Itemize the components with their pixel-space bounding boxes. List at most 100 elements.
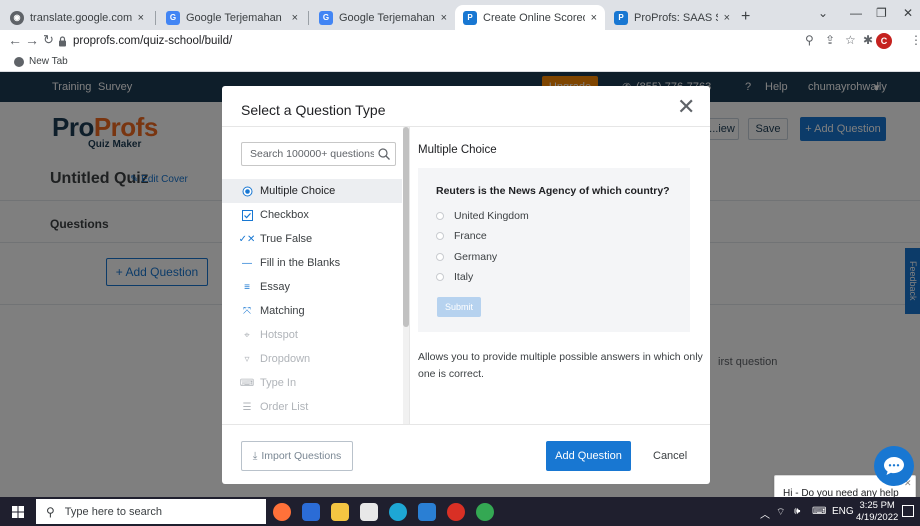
keyboard-icon[interactable]: ⌨: [812, 506, 826, 517]
question-type-modal: Select a Question Type ✕ Multiple Choice…: [222, 86, 710, 484]
reload-icon[interactable]: ↻: [43, 32, 54, 48]
profile-avatar[interactable]: C: [876, 33, 892, 49]
ms-store-icon[interactable]: [360, 503, 378, 521]
blank-icon: —: [242, 257, 252, 269]
type-in-icon: ⌨: [239, 377, 255, 389]
back-icon[interactable]: ←: [8, 32, 22, 48]
edge-icon[interactable]: [389, 503, 407, 521]
question-search[interactable]: [241, 142, 396, 166]
tray-chevron-icon[interactable]: ︿: [760, 506, 770, 521]
globe-icon: [14, 56, 24, 67]
question-type-multiple-choice[interactable]: Multiple Choice: [222, 179, 402, 203]
option-label: United Kingdom: [454, 210, 529, 222]
tab-search-icon[interactable]: ⌄: [818, 6, 828, 20]
google-translate-icon: G: [319, 10, 333, 25]
import-questions-button[interactable]: ⤓ Import Questions: [241, 441, 353, 471]
browser-tab[interactable]: P ProProfs: SAAS Software for ×: [606, 5, 738, 30]
list-scrollbar[interactable]: [403, 127, 409, 424]
chrome-icon[interactable]: [476, 503, 494, 521]
search-icon[interactable]: [377, 147, 391, 161]
share-icon[interactable]: ⇪: [825, 33, 835, 47]
close-window-icon[interactable]: ✕: [903, 6, 913, 20]
app-red-icon[interactable]: [447, 503, 465, 521]
question-type-label: True False: [260, 233, 313, 245]
mail-icon[interactable]: [418, 503, 436, 521]
bookmarks-bar: New Tab: [0, 52, 920, 72]
question-type-label: Hotspot: [260, 329, 298, 341]
preview-option: France: [436, 230, 487, 242]
add-question-button[interactable]: Add Question: [546, 441, 631, 471]
cancel-button[interactable]: Cancel: [653, 441, 695, 471]
question-type-matching[interactable]: ⤧ Matching: [222, 299, 402, 323]
volume-icon[interactable]: 🕪: [794, 506, 800, 517]
tab-title: ProProfs: SAAS Software for: [634, 11, 718, 24]
network-icon[interactable]: ⌔: [776, 506, 785, 519]
question-type-order-list[interactable]: ☰ Order List: [222, 395, 402, 419]
scrollbar-thumb[interactable]: [403, 127, 409, 327]
windows-taskbar: ⚲ Type here to search ︿ ⌔ 🕪 ⌨ ENG 3:25 P…: [0, 497, 920, 526]
question-type-type-in[interactable]: ⌨ Type In: [222, 371, 402, 395]
restore-icon[interactable]: ❐: [876, 6, 887, 20]
question-type-dropdown[interactable]: ▿ Dropdown: [222, 347, 402, 371]
preview-card: Reuters is the News Agency of which coun…: [418, 168, 690, 332]
tab-close-icon[interactable]: ×: [138, 12, 144, 24]
question-type-essay[interactable]: ≡ Essay: [222, 275, 402, 299]
question-type-true-false[interactable]: ✓✕ True False: [222, 227, 402, 251]
clock-time: 3:25 PM: [859, 500, 895, 511]
question-preview-pane: Multiple Choice Reuters is the News Agen…: [410, 127, 710, 424]
tab-close-icon[interactable]: ×: [292, 12, 298, 24]
search-input[interactable]: [242, 143, 374, 165]
question-type-checkbox[interactable]: Checkbox: [222, 203, 402, 227]
order-list-icon: ☰: [242, 401, 252, 413]
address-bar[interactable]: proprofs.com/quiz-school/build/: [58, 31, 798, 51]
browser-tab-active[interactable]: P Create Online Scored Quizze ×: [455, 5, 605, 30]
question-type-hotspot[interactable]: ⌖ Hotspot: [222, 323, 402, 347]
app-firefox-icon[interactable]: [273, 503, 291, 521]
chat-icon: [884, 457, 904, 475]
new-tab-bookmark[interactable]: New Tab: [14, 56, 68, 67]
question-type-fill-blanks[interactable]: — Fill in the Blanks: [222, 251, 402, 275]
zoom-icon[interactable]: ⚲: [805, 33, 814, 47]
windows-start-icon[interactable]: [12, 506, 24, 518]
proprofs-icon: P: [463, 10, 477, 25]
tab-close-icon[interactable]: ×: [724, 12, 730, 24]
preview-option: United Kingdom: [436, 210, 529, 222]
question-type-label: Fill in the Blanks: [260, 257, 341, 269]
tab-close-icon[interactable]: ×: [591, 12, 597, 24]
forward-icon[interactable]: →: [25, 32, 39, 48]
close-icon[interactable]: ✕: [677, 96, 695, 118]
more-menu-icon[interactable]: ⋮: [910, 33, 920, 47]
bookmark-star-icon[interactable]: ☆: [845, 33, 856, 47]
file-explorer-icon[interactable]: [331, 503, 349, 521]
browser-tab[interactable]: G Google Terjemahan ×: [158, 5, 306, 30]
input-language[interactable]: ENG: [832, 506, 854, 517]
chat-launcher-button[interactable]: [874, 446, 914, 486]
lock-icon: [59, 35, 66, 46]
question-type-label: Checkbox: [260, 209, 309, 221]
new-tab-button[interactable]: +: [741, 8, 750, 26]
preview-question: Reuters is the News Agency of which coun…: [436, 185, 670, 197]
checkbox-icon: [241, 209, 253, 221]
notification-icon[interactable]: [902, 505, 914, 517]
question-type-label: Essay: [260, 281, 290, 293]
essay-icon: ≡: [244, 281, 250, 293]
app-store-icon[interactable]: [302, 503, 320, 521]
modal-title: Select a Question Type: [241, 102, 386, 118]
preview-submit-button: Submit: [437, 297, 481, 317]
tab-separator: [155, 11, 156, 25]
taskbar-search[interactable]: ⚲ Type here to search: [36, 499, 266, 524]
browser-tab[interactable]: G Google Terjemahan ×: [311, 5, 455, 30]
proprofs-icon: P: [614, 10, 628, 25]
google-translate-icon: G: [166, 10, 180, 25]
taskbar-clock[interactable]: 3:25 PM 4/19/2022: [856, 500, 898, 524]
option-label: France: [454, 230, 487, 242]
browser-tab[interactable]: ◉ translate.google.com ×: [2, 5, 152, 30]
option-label: Germany: [454, 251, 498, 263]
hotspot-icon: ⌖: [244, 329, 250, 341]
question-type-label: Multiple Choice: [260, 185, 336, 197]
minimize-icon[interactable]: —: [850, 6, 862, 20]
tab-close-icon[interactable]: ×: [441, 12, 447, 24]
extensions-icon[interactable]: ✱: [863, 33, 873, 47]
question-type-label: Matching: [260, 305, 305, 317]
radio-icon: [436, 212, 444, 220]
